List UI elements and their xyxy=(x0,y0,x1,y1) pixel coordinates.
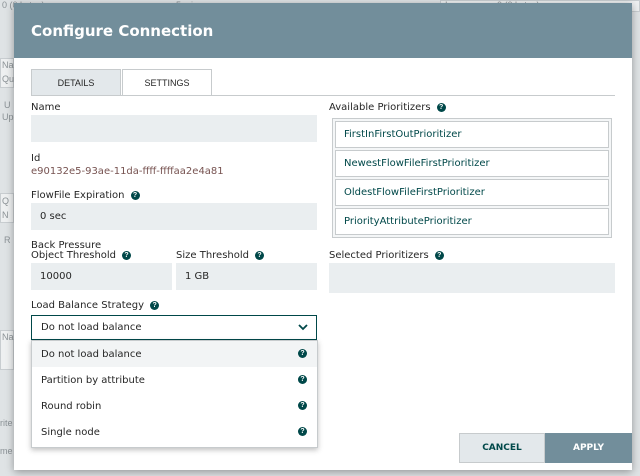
dialog-header: Configure Connection xyxy=(14,3,632,58)
available-prioritizers-label: Available Prioritizers? xyxy=(329,102,446,113)
help-icon[interactable]: ? xyxy=(436,102,446,112)
bg-fragment: Na xyxy=(2,60,14,70)
bg-fragment: Up xyxy=(2,112,14,122)
dropdown-option-label: Round robin xyxy=(41,400,102,412)
tab-settings[interactable]: SETTINGS xyxy=(122,69,212,96)
size-threshold-field[interactable]: 1 GB xyxy=(176,263,317,290)
selected-prioritizers-label: Selected Prioritizers? xyxy=(329,250,444,261)
load-balance-selected-value: Do not load balance xyxy=(41,322,142,333)
available-prioritizers-list: FirstInFirstOutPrioritizer NewestFlowFil… xyxy=(332,118,612,238)
bg-fragment: N xyxy=(2,210,9,220)
load-balance-strategy-select[interactable]: Do not load balance xyxy=(31,315,317,340)
dropdown-option[interactable]: Round robin ? xyxy=(32,393,317,419)
dropdown-option-label: Single node xyxy=(41,426,100,438)
selected-prioritizers-dropzone[interactable] xyxy=(329,263,615,293)
dropdown-option[interactable]: Do not load balance ? xyxy=(32,341,317,367)
load-balance-strategy-label: Load Balance Strategy? xyxy=(31,300,160,311)
cancel-button[interactable]: CANCEL xyxy=(459,433,545,463)
prioritizer-item[interactable]: OldestFlowFileFirstPrioritizer xyxy=(335,179,609,206)
help-icon[interactable]: ? xyxy=(298,401,307,410)
bg-fragment: Qu xyxy=(2,74,15,84)
help-icon[interactable]: ? xyxy=(298,375,307,384)
tab-divider xyxy=(31,95,615,96)
name-field[interactable] xyxy=(31,115,317,142)
flowfile-expiration-field[interactable]: 0 sec xyxy=(31,203,317,230)
help-icon[interactable]: ? xyxy=(298,349,307,358)
size-threshold-label: Size Threshold? xyxy=(176,250,264,261)
dropdown-option-label: Do not load balance xyxy=(41,348,142,360)
object-threshold-label-text: Object Threshold xyxy=(31,250,117,261)
chevron-down-icon xyxy=(298,324,308,331)
help-icon[interactable]: ? xyxy=(255,250,264,260)
bg-fragment: Q xyxy=(2,196,10,206)
flowfile-expiration-label-text: FlowFile Expiration xyxy=(31,190,125,201)
prioritizer-item[interactable]: NewestFlowFileFirstPrioritizer xyxy=(335,150,609,177)
object-threshold-field[interactable]: 10000 xyxy=(31,263,172,290)
help-icon[interactable]: ? xyxy=(130,190,140,200)
size-threshold-label-text: Size Threshold xyxy=(176,250,249,261)
dropdown-option[interactable]: Single node ? xyxy=(32,419,317,445)
tab-bar: DETAILS SETTINGS xyxy=(31,69,213,96)
dropdown-option-label: Partition by attribute xyxy=(41,374,145,386)
id-label: Id xyxy=(31,153,41,164)
prioritizer-item[interactable]: FirstInFirstOutPrioritizer xyxy=(335,121,609,148)
apply-button[interactable]: APPLY xyxy=(545,433,632,463)
prioritizer-item[interactable]: PriorityAttributePrioritizer xyxy=(335,208,609,235)
name-label: Name xyxy=(31,102,61,113)
flowfile-expiration-label: FlowFile Expiration? xyxy=(31,190,140,201)
bg-fragment: rite xyxy=(0,418,13,428)
bg-fragment: Na xyxy=(2,332,14,342)
load-balance-dropdown: Do not load balance ? Partition by attri… xyxy=(31,340,318,448)
load-balance-strategy-label-text: Load Balance Strategy xyxy=(31,300,145,311)
bg-fragment: U xyxy=(4,100,11,110)
help-icon[interactable]: ? xyxy=(434,250,444,260)
help-icon[interactable]: ? xyxy=(298,427,307,436)
dropdown-option[interactable]: Partition by attribute ? xyxy=(32,367,317,393)
available-prioritizers-label-text: Available Prioritizers xyxy=(329,102,431,113)
bg-fragment: me xyxy=(0,446,13,456)
id-value: e90132e5-93ae-11da-ffff-ffffaa2e4a81 xyxy=(31,166,224,177)
object-threshold-label: Object Threshold? xyxy=(31,250,132,261)
configure-connection-dialog: Configure Connection DETAILS SETTINGS Na… xyxy=(14,3,632,470)
help-icon[interactable]: ? xyxy=(122,250,132,260)
help-icon[interactable]: ? xyxy=(150,300,160,310)
selected-prioritizers-label-text: Selected Prioritizers xyxy=(329,250,429,261)
bg-fragment: R xyxy=(4,235,11,245)
dialog-title: Configure Connection xyxy=(31,21,214,40)
tab-details[interactable]: DETAILS xyxy=(31,69,121,96)
